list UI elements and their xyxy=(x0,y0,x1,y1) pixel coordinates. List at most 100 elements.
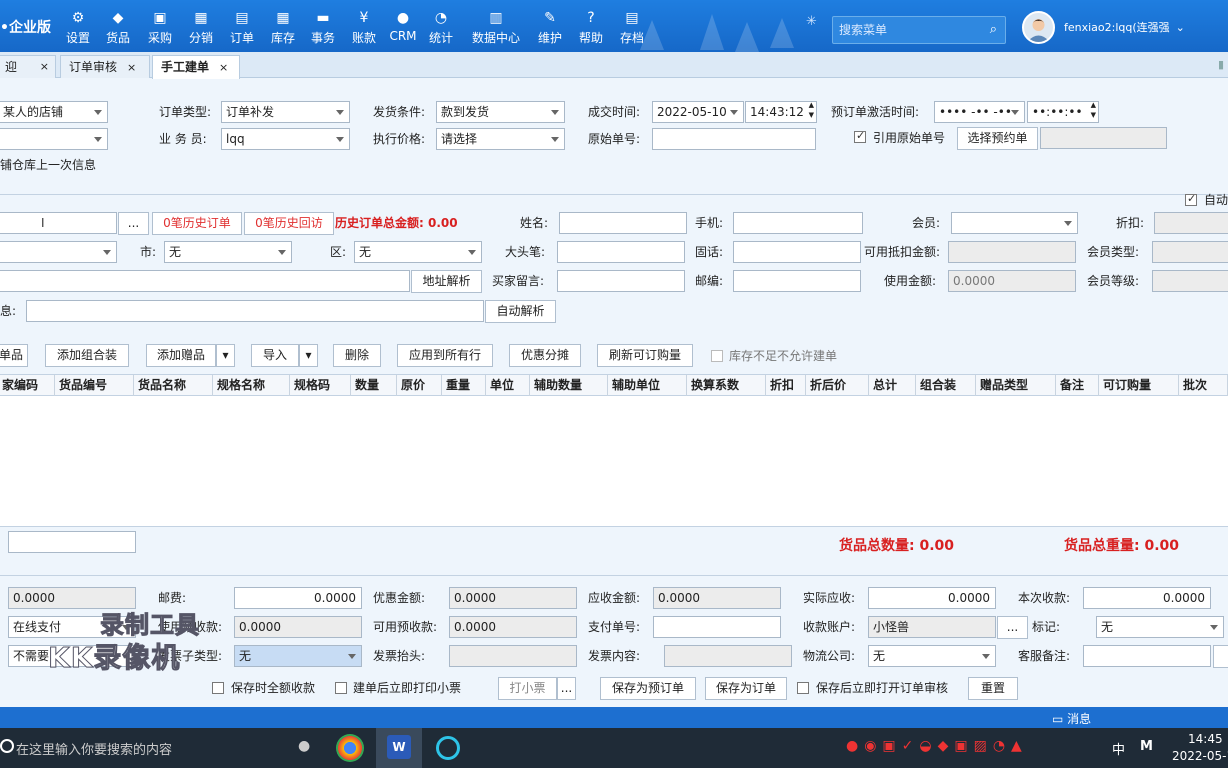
tab-scroll-icon[interactable]: ▮ xyxy=(1218,58,1224,71)
nav-10[interactable]: ▥ 数据中心 xyxy=(466,8,526,50)
avatar[interactable] xyxy=(1022,11,1055,44)
user-menu[interactable]: fenxiao2:lqq(连强强 ⌄ xyxy=(1064,19,1185,35)
pay-number-input[interactable] xyxy=(653,616,781,638)
parse-address-button[interactable]: 地址解析 xyxy=(411,270,482,293)
province-select[interactable] xyxy=(0,241,117,263)
column-header[interactable]: 重量 xyxy=(442,375,486,397)
search-icon[interactable]: ⌕ xyxy=(990,17,997,43)
tray-icons[interactable]: ●◉▣✓◒◆▣▨◔▲ xyxy=(846,738,1028,754)
full-pay-checkbox[interactable] xyxy=(212,682,224,694)
order-type-select[interactable]: 订单补发 xyxy=(221,101,350,123)
column-header[interactable]: 家编码 xyxy=(0,375,55,397)
history-orders-button[interactable]: 0笔历史订单 xyxy=(152,212,242,235)
add-combo-button[interactable]: 添加组合装 xyxy=(45,344,129,367)
column-header[interactable]: 辅助单位 xyxy=(608,375,687,397)
tab-welcome[interactable]: 迎 × xyxy=(0,55,56,78)
customer-more-button[interactable]: ... xyxy=(118,212,149,235)
spinner-icon[interactable]: ▲ ▼ xyxy=(1091,102,1096,120)
shop-select[interactable]: 某人的店铺 xyxy=(0,101,108,123)
exec-price-select[interactable]: 请选择 xyxy=(436,128,565,150)
add-gift-dropdown-icon[interactable]: ▾ xyxy=(216,344,235,367)
district-select[interactable]: 无 xyxy=(354,241,482,263)
messages-link[interactable]: ▭ 消息 xyxy=(1052,710,1091,727)
discount-split-button[interactable]: 优惠分摊 xyxy=(509,344,581,367)
preorder-date-picker[interactable]: •••• -•• -•• xyxy=(934,101,1025,123)
column-header[interactable]: 备注 xyxy=(1056,375,1099,397)
column-header[interactable]: 辅助数量 xyxy=(530,375,608,397)
refresh-orderable-button[interactable]: 刷新可订购量 xyxy=(597,344,693,367)
preorder-time-input[interactable]: ••:••:•• ▲ ▼ xyxy=(1027,101,1099,123)
stock-check-checkbox[interactable] xyxy=(711,350,723,362)
ime-language[interactable]: 中 xyxy=(1112,739,1125,758)
import-button[interactable]: 导入 xyxy=(251,344,299,367)
column-header[interactable]: 货品名称 xyxy=(134,375,213,397)
address-input[interactable] xyxy=(0,270,410,292)
add-item-button[interactable]: 单品 xyxy=(0,344,28,367)
auto-checkbox[interactable] xyxy=(1185,192,1197,206)
this-receipt-input[interactable]: 0.0000 xyxy=(1083,587,1211,609)
name-input[interactable] xyxy=(559,212,687,234)
deal-date-picker[interactable]: 2022-05-10 xyxy=(652,101,744,123)
spinner-icon[interactable]: ▲ ▼ xyxy=(809,102,814,120)
invoice-type-select[interactable]: 无 xyxy=(234,645,362,667)
add-gift-button[interactable]: 添加赠品 xyxy=(146,344,216,367)
mark-select[interactable]: 无 xyxy=(1096,616,1224,638)
auto-parse-button[interactable]: 自动解析 xyxy=(485,300,556,323)
orig-no-input[interactable] xyxy=(652,128,816,150)
apply-all-button[interactable]: 应用到所有行 xyxy=(397,344,493,367)
salesman-select[interactable]: lqq xyxy=(221,128,350,150)
nav-9[interactable]: ◔ 统计 xyxy=(411,8,471,50)
column-header[interactable]: 折后价 xyxy=(806,375,869,397)
logistics-select[interactable]: 无 xyxy=(868,645,996,667)
column-header[interactable]: 数量 xyxy=(351,375,397,397)
info-input[interactable] xyxy=(26,300,484,322)
barcode-input[interactable] xyxy=(8,531,136,553)
column-header[interactable]: 货品编号 xyxy=(55,375,134,397)
taskbar-search-input[interactable]: 在这里输入你要搜索的内容 xyxy=(16,739,172,758)
ship-condition-select[interactable]: 款到发货 xyxy=(436,101,565,123)
cs-note-more-button[interactable] xyxy=(1213,645,1228,668)
print-more-button[interactable]: ... xyxy=(557,677,576,700)
bigpen-input[interactable] xyxy=(557,241,685,263)
ref-orig-checkbox[interactable] xyxy=(854,129,866,143)
column-header[interactable]: 可订购量 xyxy=(1099,375,1179,397)
account-more-button[interactable]: ... xyxy=(997,616,1028,639)
cs-note-input[interactable] xyxy=(1083,645,1211,667)
reset-button[interactable]: 重置 xyxy=(968,677,1018,700)
history-visits-button[interactable]: 0笔历史回访 xyxy=(244,212,334,235)
zip-input[interactable] xyxy=(733,270,861,292)
open-audit-checkbox[interactable] xyxy=(797,682,809,694)
column-header[interactable]: 换算系数 xyxy=(687,375,766,397)
member-select[interactable] xyxy=(951,212,1078,234)
column-header[interactable]: 批次 xyxy=(1179,375,1228,397)
microphone-icon[interactable]: ● xyxy=(298,738,310,754)
select-preorder-button[interactable]: 选择预约单 xyxy=(957,127,1038,150)
save-preorder-button[interactable]: 保存为预订单 xyxy=(600,677,696,700)
close-icon[interactable]: × xyxy=(40,56,49,78)
city-select[interactable]: 无 xyxy=(164,241,292,263)
tab-manual-order[interactable]: 手工建单 × xyxy=(152,55,240,79)
buyer-message-input[interactable] xyxy=(557,270,685,292)
print-ticket-button[interactable]: 打小票 xyxy=(498,677,557,700)
taskbar-active-app[interactable]: W xyxy=(376,728,422,768)
save-order-button[interactable]: 保存为订单 xyxy=(705,677,787,700)
deal-time-input[interactable]: 14:43:12 ▲ ▼ xyxy=(745,101,817,123)
chrome-icon[interactable] xyxy=(336,734,364,762)
mobile-input[interactable] xyxy=(733,212,863,234)
close-icon[interactable]: × xyxy=(127,61,136,74)
column-header[interactable]: 总计 xyxy=(869,375,916,397)
phone-input[interactable] xyxy=(733,241,861,263)
column-header[interactable]: 折扣 xyxy=(766,375,806,397)
warehouse-select[interactable] xyxy=(0,128,108,150)
actual-receivable-input[interactable]: 0.0000 xyxy=(868,587,996,609)
column-header[interactable]: 规格码 xyxy=(290,375,351,397)
column-header[interactable]: 组合装 xyxy=(916,375,976,397)
ime-mode[interactable]: M xyxy=(1140,739,1153,754)
tab-order-audit[interactable]: 订单审核 × xyxy=(60,55,150,78)
postage-input[interactable]: 0.0000 xyxy=(234,587,362,609)
column-header[interactable]: 赠品类型 xyxy=(976,375,1056,397)
menu-search-input[interactable]: 搜索菜单 ⌕ xyxy=(832,16,1006,44)
column-header[interactable]: 单位 xyxy=(486,375,530,397)
nav-13[interactable]: ▤ 存档 xyxy=(602,8,662,50)
delete-button[interactable]: 删除 xyxy=(333,344,381,367)
